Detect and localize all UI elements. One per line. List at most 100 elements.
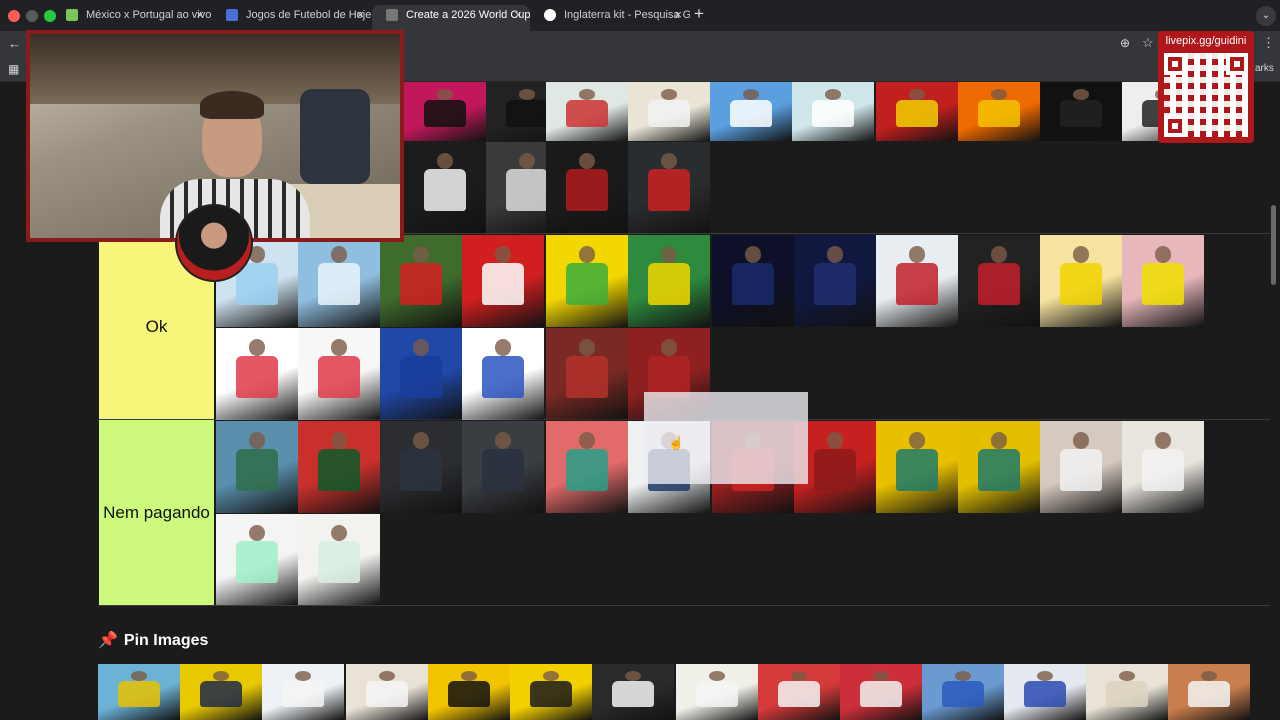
kit-photo-tile[interactable] (922, 664, 1004, 720)
tab-favicon-icon (226, 9, 238, 21)
model-head (578, 152, 596, 170)
kit-photo-tile[interactable] (958, 235, 1040, 327)
kit-photo-tile[interactable] (546, 421, 628, 513)
tab-label: Inglaterra kit - Pesquisa Goog (564, 9, 690, 21)
kit-photo-tile[interactable] (1122, 235, 1204, 327)
kit-photo-tile[interactable] (1086, 664, 1168, 720)
kit-photo-tile[interactable] (840, 664, 922, 720)
google-icon (544, 9, 556, 21)
zoom-icon[interactable]: ⊕ (1120, 36, 1130, 50)
kit-photo-tile[interactable] (428, 664, 510, 720)
kit-photo-tile[interactable] (1168, 664, 1250, 720)
close-window-icon[interactable] (8, 10, 20, 22)
menu-dots-icon[interactable]: ⋮ (1262, 35, 1275, 51)
kit-photo-tile[interactable] (462, 235, 544, 327)
model-head (494, 246, 512, 263)
tab-inglaterra-kit[interactable]: Inglaterra kit - Pesquisa Goog × (530, 5, 690, 31)
kit-photo-tile[interactable] (628, 82, 710, 141)
tier-label-text: Nem pagando (103, 502, 210, 522)
kit-photo-tile[interactable] (262, 664, 344, 720)
model-head (990, 246, 1008, 263)
kit-photo-tile[interactable] (958, 82, 1040, 141)
kit-photo-tile[interactable] (712, 235, 794, 327)
kit-photo-tile[interactable] (380, 235, 462, 327)
kit-photo-tile[interactable] (98, 664, 180, 720)
kit-photo-tile[interactable] (794, 235, 876, 327)
kit-photo-tile[interactable] (346, 664, 428, 720)
kit-shirt (895, 99, 939, 127)
kit-photo-tile[interactable] (792, 82, 874, 141)
kit-photo-tile[interactable] (710, 82, 792, 141)
model-head (412, 432, 430, 449)
kit-photo-tile[interactable] (380, 421, 462, 513)
tier-label-nem-pagando[interactable]: Nem pagando (99, 420, 214, 605)
kit-photo-tile[interactable] (1004, 664, 1086, 720)
tab-world-cup-kit[interactable]: Create a 2026 World Cup Kit × (372, 5, 530, 31)
kit-photo-tile[interactable] (216, 514, 298, 605)
kit-photo-tile[interactable] (404, 142, 486, 233)
kit-shirt (611, 680, 655, 707)
kit-shirt (977, 99, 1021, 127)
kit-photo-tile[interactable] (380, 328, 462, 420)
kit-photo-tile[interactable] (546, 328, 628, 420)
model-head (908, 246, 926, 263)
kit-photo-tile[interactable] (958, 421, 1040, 513)
model-head (908, 89, 926, 100)
model-head (436, 89, 454, 100)
kit-photo-tile[interactable] (628, 142, 710, 233)
kit-photo-tile[interactable] (1040, 235, 1122, 327)
model-head (130, 670, 148, 681)
kit-photo-tile[interactable] (676, 664, 758, 720)
kit-photo-tile[interactable] (510, 664, 592, 720)
kit-shirt (423, 99, 467, 127)
model-head (742, 89, 760, 100)
kit-shirt (399, 448, 443, 491)
kit-photo-tile[interactable] (876, 421, 958, 513)
close-tab-icon[interactable]: × (196, 5, 204, 25)
scrollbar-thumb[interactable] (1271, 205, 1276, 285)
kit-photo-tile[interactable] (628, 235, 710, 327)
tab-jogos-futebol[interactable]: Jogos de Futebol de Hoje e R × (212, 5, 372, 31)
kit-photo-tile[interactable] (216, 421, 298, 513)
new-tab-icon[interactable]: + (694, 4, 704, 24)
minimize-window-icon[interactable] (26, 10, 38, 22)
qr-corner (1164, 115, 1186, 137)
kit-shirt (281, 680, 325, 707)
kit-photo-tile[interactable] (876, 235, 958, 327)
kit-photo-tile[interactable] (404, 82, 486, 141)
close-tab-icon[interactable]: × (674, 5, 682, 25)
apps-grid-icon[interactable]: ▦ (8, 62, 19, 76)
qr-corner (1226, 53, 1248, 75)
kit-shirt (529, 680, 573, 707)
kit-photo-tile[interactable] (1122, 421, 1204, 513)
kit-photo-tile[interactable] (298, 328, 380, 420)
close-tab-icon[interactable]: × (514, 5, 522, 25)
tab-mexico-portugal[interactable]: México x Portugal ao vivo 28/ × (52, 5, 212, 31)
kit-photo-tile[interactable] (876, 82, 958, 141)
all-bookmarks-link[interactable]: arks (1255, 63, 1274, 74)
chevron-down-icon[interactable]: ⌄ (1256, 6, 1276, 26)
model-head (412, 246, 430, 263)
back-arrow-icon[interactable]: ← (8, 36, 21, 51)
kit-photo-tile[interactable] (298, 235, 380, 327)
bookmark-star-icon[interactable]: ☆ (1142, 35, 1154, 51)
kit-photo-tile[interactable] (216, 328, 298, 420)
kit-photo-tile[interactable] (546, 235, 628, 327)
kit-photo-tile[interactable] (180, 664, 262, 720)
kit-photo-tile[interactable] (1040, 82, 1122, 141)
kit-photo-tile[interactable] (462, 328, 544, 420)
close-tab-icon[interactable]: × (356, 5, 364, 25)
kit-shirt (235, 541, 279, 584)
kit-photo-tile[interactable] (298, 514, 380, 605)
model-head (494, 339, 512, 356)
kit-photo-tile[interactable] (1040, 421, 1122, 513)
model-head (542, 670, 560, 681)
kit-photo-tile[interactable] (462, 421, 544, 513)
kit-photo-tile[interactable] (546, 142, 628, 233)
kit-shirt (565, 355, 609, 398)
kit-photo-tile[interactable] (298, 421, 380, 513)
kit-photo-tile[interactable] (546, 82, 628, 141)
kit-photo-tile[interactable] (592, 664, 674, 720)
model-head (578, 246, 596, 263)
kit-photo-tile[interactable] (758, 664, 840, 720)
